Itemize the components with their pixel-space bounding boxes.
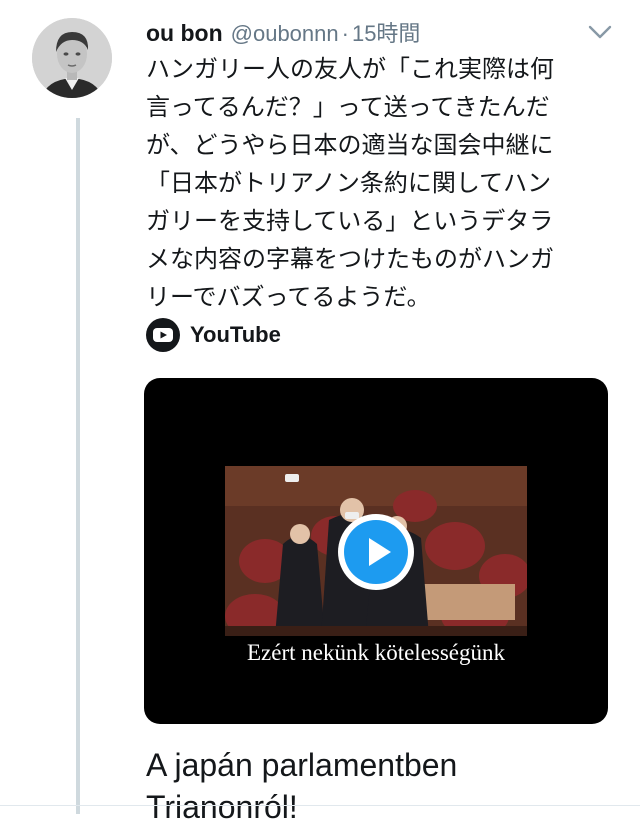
play-button[interactable] — [338, 514, 414, 590]
author-handle[interactable]: @oubonnn — [231, 21, 339, 47]
tweet-text-line: が、どうやら日本の適当な国会中継に — [146, 131, 554, 159]
tweet-text-line: メな内容の字幕をつけたものがハンガ — [146, 245, 554, 273]
header-separator: · — [341, 21, 349, 46]
play-icon — [369, 538, 391, 566]
tweet-text-line: ハンガリー人の友人が「これ実際は何 — [146, 55, 554, 83]
youtube-icon — [146, 318, 180, 352]
video-subtitle: Ezért nekünk kötelességünk — [246, 640, 506, 665]
tweet-text: ハンガリー人の友人が「これ実際は何 言ってるんだ？」って送ってきたんだ が、どう… — [146, 50, 616, 316]
card-title-line: A japán parlamentben — [146, 747, 458, 783]
thread-connector-line — [76, 118, 80, 814]
tweet-text-line: 言ってるんだ？」って送ってきたんだ — [146, 93, 550, 121]
tweet-text-line: リーでバズってるようだ。 — [146, 283, 431, 311]
divider — [0, 805, 640, 806]
card-title-line: Trianonról! — [146, 789, 298, 825]
author-avatar[interactable] — [32, 18, 112, 98]
card-source[interactable]: YouTube — [146, 318, 281, 352]
tweet-text-line: 「日本がトリアノン条約に関してハン — [146, 169, 552, 197]
tweet-timestamp[interactable]: 15時間 — [352, 16, 420, 48]
chevron-down-icon[interactable] — [586, 20, 614, 44]
author-name[interactable]: ou bon — [146, 20, 223, 47]
card-source-label: YouTube — [190, 322, 281, 347]
tweet-header: ou bon @oubonnn · 15時間 — [146, 16, 616, 50]
avatar-photo — [32, 18, 112, 98]
tweet-text-line: ガリーを支持している」というデタラ — [146, 207, 554, 235]
card-title[interactable]: A japán parlamentben Trianonról! — [146, 744, 616, 828]
youtube-video-card[interactable]: Ezért nekünk kötelességünk — [144, 378, 608, 724]
